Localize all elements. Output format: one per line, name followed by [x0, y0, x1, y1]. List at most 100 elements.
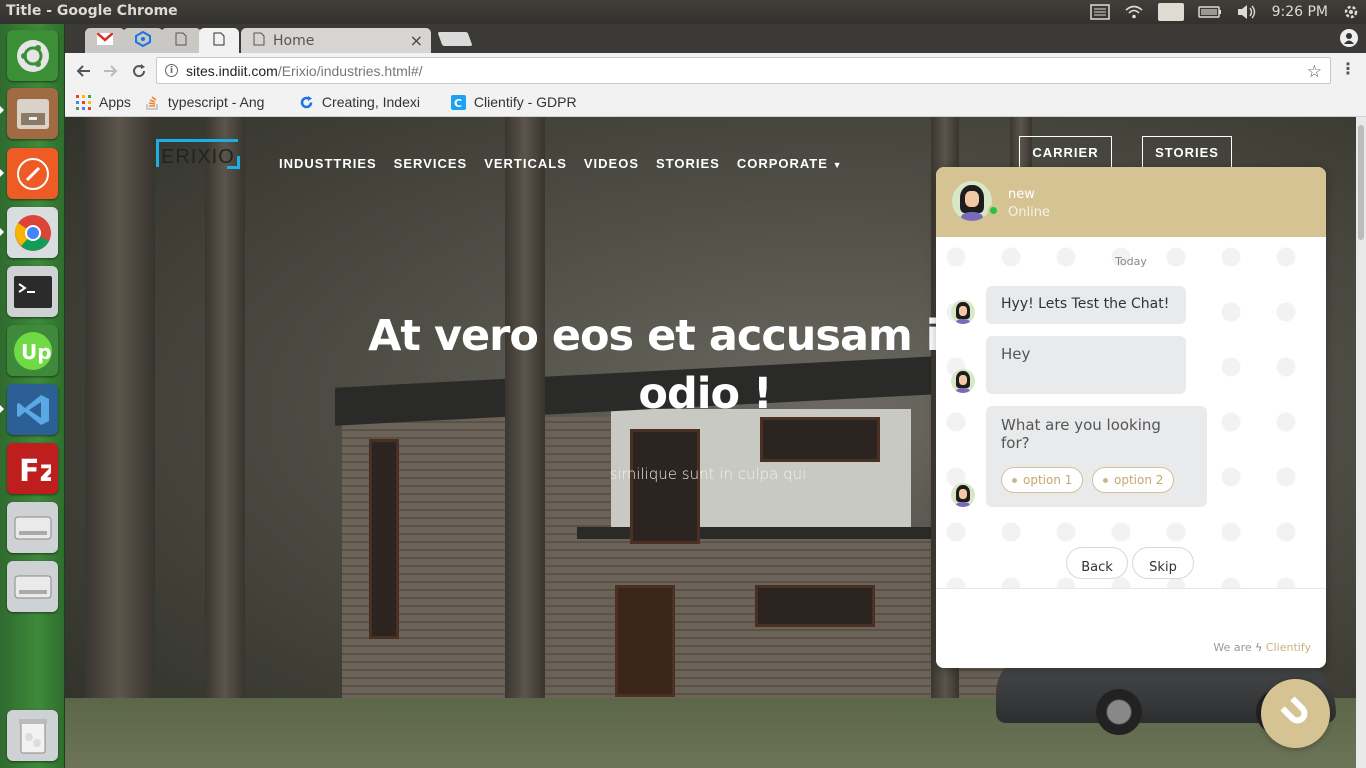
page-icon [253, 32, 265, 50]
system-tray: En 9:26 PM [1076, 0, 1360, 24]
bookmark-apps[interactable]: Apps [76, 94, 131, 110]
message-bubble: Hey [986, 336, 1186, 394]
agent-name: new [1008, 187, 1035, 202]
reload-icon[interactable] [127, 59, 151, 83]
running-indicator [0, 405, 4, 413]
chat-input-area[interactable]: We are ϟ Clientify [936, 588, 1326, 668]
google-chrome-icon[interactable] [7, 207, 58, 258]
disk-drive-icon[interactable] [7, 502, 58, 553]
volume-icon[interactable] [1236, 4, 1258, 20]
refresh-blue-icon [299, 95, 314, 110]
back-arrow-icon[interactable] [71, 59, 95, 83]
settings-gear-icon[interactable] [1342, 3, 1360, 21]
online-status-dot [988, 205, 999, 216]
nav-corporate[interactable]: CORPORATE ▼ [737, 156, 843, 171]
address-bar[interactable]: i sites.indiit.com/Erixio/industries.htm… [156, 57, 1331, 84]
profile-icon[interactable] [1340, 29, 1358, 47]
hero-subtitle: similique sunt in culpa qui [609, 465, 807, 483]
browser-window: Home × i sites.indiit.com/Erixio/industr… [65, 24, 1366, 117]
svg-text:Up: Up [21, 340, 52, 364]
svg-text:Fz: Fz [19, 454, 51, 487]
filezilla-icon[interactable]: Fz [7, 443, 58, 494]
date-separator: Today [1115, 255, 1147, 268]
ubuntu-dash-icon[interactable] [7, 30, 58, 81]
disk-drive-icon[interactable] [7, 561, 58, 612]
message-avatar [951, 483, 975, 507]
powered-prefix: We are [1213, 641, 1252, 654]
bookmark-clientify[interactable]: C Clientify - GDPR [450, 94, 601, 110]
bookmarks-bar: Apps typescript - Ang Creating, Indexi C… [65, 88, 1366, 117]
back-button[interactable]: Back [1066, 547, 1128, 579]
battery-icon[interactable] [1197, 5, 1222, 19]
bookmark-creating-index[interactable]: Creating, Indexi [299, 94, 437, 110]
scrollbar-thumb[interactable] [1358, 125, 1364, 240]
window-title: Title - Google Chrome [6, 3, 178, 19]
new-tab-button[interactable] [437, 32, 473, 46]
bookmark-star-icon[interactable]: ☆ [1307, 62, 1322, 82]
url-host: sites.indiit.com [186, 62, 278, 79]
skip-button[interactable]: Skip [1132, 547, 1194, 579]
bookmark-typescript[interactable]: typescript - Ang [145, 94, 285, 110]
trash-icon[interactable] [7, 710, 58, 761]
tab-home[interactable]: Home × [241, 28, 431, 53]
wifi-icon[interactable] [1124, 4, 1144, 20]
agent-status: Online [1008, 205, 1050, 220]
powered-by[interactable]: We are ϟ Clientify [1213, 641, 1311, 654]
bookmark-label: Creating, Indexi [321, 94, 420, 110]
nav-services[interactable]: SERVICES [394, 156, 468, 171]
keyboard-language-indicator[interactable]: En [1158, 3, 1184, 21]
page-icon [213, 32, 225, 50]
running-indicator [0, 169, 4, 177]
stories-button[interactable]: STORIES [1142, 136, 1232, 169]
message-avatar [951, 369, 975, 393]
site-info-icon[interactable]: i [165, 64, 178, 77]
running-indicator [0, 106, 4, 114]
bookmark-label: typescript - Ang [167, 94, 265, 110]
nav-industries[interactable]: INDUSTTRIES [279, 156, 377, 171]
tab-page-active[interactable] [199, 28, 239, 53]
magnet-icon [1276, 692, 1316, 736]
logo-text: ERIXIO [161, 146, 235, 168]
chrome-menu-icon[interactable]: ⋮ [1340, 59, 1356, 78]
lightning-icon: ϟ [1255, 641, 1263, 654]
close-tab-icon[interactable]: × [410, 31, 423, 50]
chat-launcher-button[interactable] [1261, 679, 1330, 748]
tab-page[interactable] [161, 28, 201, 53]
quick-reply-option-1[interactable]: option 1 [1001, 467, 1084, 493]
nav-corporate-label: CORPORATE [736, 156, 828, 171]
svg-text:C: C [454, 97, 462, 110]
clock[interactable]: 9:26 PM [1272, 4, 1328, 20]
page-scrollbar[interactable] [1356, 117, 1366, 768]
apps-grid-icon [76, 94, 91, 110]
browser-toolbar: i sites.indiit.com/Erixio/industries.htm… [65, 53, 1366, 88]
tab-strip: Home × [65, 24, 1366, 53]
nav-stories[interactable]: STORIES [656, 156, 720, 171]
message-bubble: Hyy! Lets Test the Chat! [986, 286, 1186, 324]
upwork-icon[interactable]: Up [7, 325, 58, 376]
tab-title: Home [273, 32, 315, 49]
quick-reply-option-2[interactable]: option 2 [1092, 467, 1175, 493]
carrier-button[interactable]: CARRIER [1019, 136, 1112, 169]
caret-down-icon: ▼ [832, 160, 843, 170]
files-icon[interactable] [7, 88, 58, 139]
erixio-logo[interactable]: ERIXIO [156, 139, 240, 169]
ubuntu-top-panel: Title - Google Chrome En 9:26 PM [0, 0, 1366, 24]
message-text: What are you looking for? [1001, 416, 1161, 452]
url-path: /Erixio/industries.html#/ [277, 62, 423, 79]
vscode-icon[interactable] [7, 384, 58, 435]
agent-avatar [952, 181, 992, 221]
hex-icon [135, 30, 151, 51]
postman-icon[interactable] [7, 148, 58, 199]
list-menu-icon[interactable] [1090, 4, 1110, 20]
nav-videos[interactable]: VIDEOS [584, 156, 639, 171]
tab-hex[interactable] [123, 28, 163, 53]
chat-messages[interactable]: Today Hyy! Lets Test the Chat! Hey What … [936, 237, 1326, 588]
powered-brand: Clientify [1265, 641, 1311, 654]
forward-arrow-icon[interactable] [99, 59, 123, 83]
terminal-icon[interactable] [7, 266, 58, 317]
ubuntu-launcher: Up Fz [0, 24, 65, 768]
chat-widget: new Online Today Hyy! Lets Test the Chat… [936, 167, 1326, 668]
nav-verticals[interactable]: VERTICALS [484, 156, 567, 171]
tab-gmail[interactable] [85, 28, 125, 53]
page-icon [175, 32, 187, 50]
